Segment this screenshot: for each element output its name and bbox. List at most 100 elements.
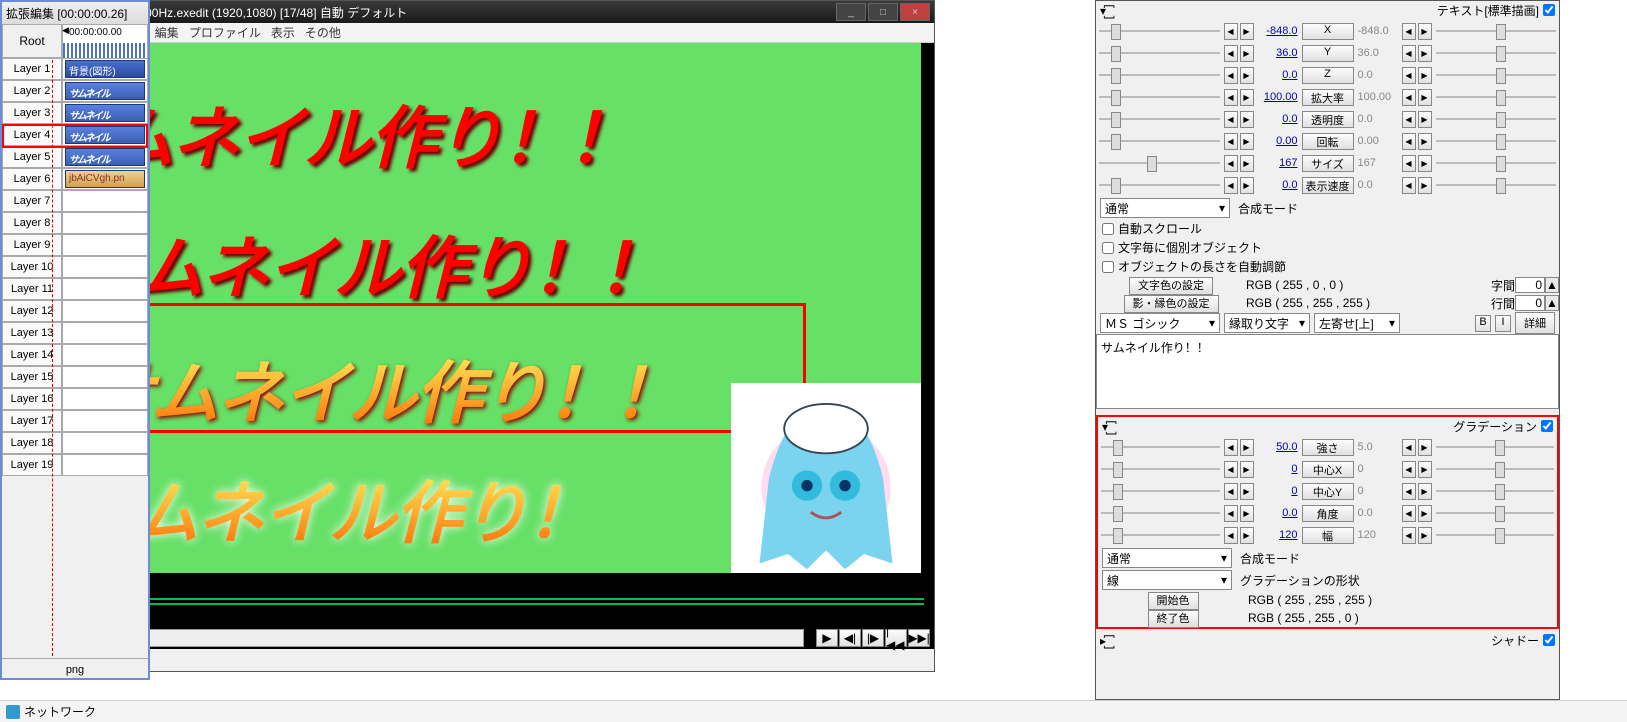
layer-track[interactable] [62, 454, 148, 476]
layer-track[interactable] [62, 432, 148, 454]
param-slider-right[interactable] [1436, 526, 1555, 544]
stepper-left-dec[interactable]: ◀ [1224, 505, 1238, 522]
gradation-enable-checkbox[interactable] [1541, 420, 1553, 432]
param-value-left[interactable]: 120 [1256, 529, 1300, 541]
param-slider-right[interactable] [1436, 504, 1555, 522]
stepper-right-dec[interactable]: ◀ [1402, 155, 1416, 172]
auto-scroll-checkbox[interactable]: 自動スクロール [1096, 219, 1559, 238]
stepper-right-dec[interactable]: ◀ [1402, 505, 1416, 522]
layer-label[interactable]: Layer 3 [2, 102, 62, 124]
stepper-right-inc[interactable]: ▶ [1418, 505, 1432, 522]
stepper-right-inc[interactable]: ▶ [1418, 89, 1432, 106]
layer-track[interactable]: サムネイル [62, 80, 148, 102]
font-dropdown[interactable]: ＭＳ ゴシック▾ [1100, 313, 1220, 333]
start-color-button[interactable]: 開始色 [1148, 592, 1199, 610]
stepper-left-inc[interactable]: ▶ [1240, 45, 1254, 62]
param-slider-right[interactable] [1436, 154, 1557, 172]
layer-label[interactable]: Layer 12 [2, 300, 62, 322]
layer-track[interactable]: jbAiCVgh.pn [62, 168, 148, 190]
stepper-left-inc[interactable]: ▶ [1240, 505, 1254, 522]
grad-blend-dropdown[interactable]: 通常▾ [1102, 548, 1232, 568]
param-slider-left[interactable] [1099, 176, 1220, 194]
param-value-left[interactable]: 100.00 [1256, 91, 1300, 103]
menu-edit[interactable]: 編集 [155, 24, 179, 41]
param-value-left[interactable]: 0.00 [1256, 135, 1300, 147]
stepper-left-dec[interactable]: ◀ [1224, 527, 1238, 544]
param-slider-right[interactable] [1436, 438, 1555, 456]
stepper-left-inc[interactable]: ▶ [1240, 527, 1254, 544]
param-value-right[interactable]: 0.00 [1356, 135, 1400, 147]
param-slider-right[interactable] [1436, 132, 1557, 150]
auto-length-checkbox[interactable]: オブジェクトの長さを自動調節 [1096, 257, 1559, 276]
stepper-right-dec[interactable]: ◀ [1402, 111, 1416, 128]
layer-track[interactable] [62, 234, 148, 256]
stepper-left-dec[interactable]: ◀ [1224, 67, 1238, 84]
layer-track[interactable] [62, 366, 148, 388]
timeline-ruler[interactable] [63, 43, 147, 59]
layer-label[interactable]: Layer 16 [2, 388, 62, 410]
param-value-left[interactable]: 0.0 [1256, 179, 1300, 191]
param-label-button[interactable]: 拡大率 [1302, 89, 1354, 106]
minimize-button[interactable]: _ [836, 3, 866, 21]
timeline-object[interactable]: サムネイル [65, 148, 145, 166]
stepper-right-inc[interactable]: ▶ [1418, 439, 1432, 456]
layer-label[interactable]: Layer 17 [2, 410, 62, 432]
gradation-collapse-icon[interactable]: ▾ ꙱ [1102, 418, 1111, 435]
param-value-right[interactable]: 0.0 [1356, 507, 1400, 519]
stepper-right-inc[interactable]: ▶ [1418, 133, 1432, 150]
stepper-left-dec[interactable]: ◀ [1224, 483, 1238, 500]
timeline-titlebar[interactable]: 拡張編集 [00:00:00.26] [2, 2, 148, 24]
param-label-button[interactable]: 表示速度 [1302, 177, 1354, 194]
param-slider-right[interactable] [1436, 88, 1557, 106]
stepper-left-dec[interactable]: ◀ [1224, 133, 1238, 150]
root-track[interactable]: 00:00:00.00 ◀ [62, 24, 148, 58]
stepper-left-inc[interactable]: ▶ [1240, 439, 1254, 456]
layer-label[interactable]: Layer 19 [2, 454, 62, 476]
timeline-object[interactable]: 背景(図形) [65, 60, 145, 78]
param-label-button[interactable]: サイズ [1302, 155, 1354, 172]
param-slider-right[interactable] [1436, 460, 1555, 478]
text-input[interactable]: サムネイル作り！！ [1096, 334, 1559, 409]
stepper-right-inc[interactable]: ▶ [1418, 23, 1432, 40]
layer-track[interactable] [62, 388, 148, 410]
param-slider-left[interactable] [1099, 110, 1220, 128]
param-slider-left[interactable] [1099, 22, 1220, 40]
shadow-color-button[interactable]: 影・縁色の設定 [1124, 295, 1219, 313]
stepper-right-inc[interactable]: ▶ [1418, 177, 1432, 194]
param-value-right[interactable]: 167 [1356, 157, 1400, 169]
layer-label[interactable]: Layer 7 [2, 190, 62, 212]
stepper-right-inc[interactable]: ▶ [1418, 527, 1432, 544]
layer-label[interactable]: Layer 15 [2, 366, 62, 388]
param-value-right[interactable]: 0 [1356, 485, 1400, 497]
param-label-button[interactable]: 強さ [1302, 439, 1354, 456]
collapse-icon[interactable]: ▾ ꙱ [1100, 2, 1109, 19]
menu-view[interactable]: 表示 [271, 24, 295, 41]
char-spacing-input[interactable]: 0 [1515, 277, 1545, 293]
param-slider-right[interactable] [1436, 110, 1557, 128]
layer-label[interactable]: Layer 5 [2, 146, 62, 168]
param-value-left[interactable]: 0.0 [1256, 113, 1300, 125]
param-value-left[interactable]: 0 [1256, 463, 1300, 475]
menu-other[interactable]: その他 [305, 24, 341, 41]
stepper-right-inc[interactable]: ▶ [1418, 461, 1432, 478]
stepper-right-inc[interactable]: ▶ [1418, 45, 1432, 62]
play-button[interactable]: ▶ [816, 629, 838, 647]
param-value-left[interactable]: 0.0 [1256, 507, 1300, 519]
timeline-object[interactable]: サムネイル [65, 104, 145, 122]
stepper-left-inc[interactable]: ▶ [1240, 89, 1254, 106]
param-slider-right[interactable] [1436, 22, 1557, 40]
shadow-enable-checkbox[interactable] [1543, 634, 1555, 646]
layer-track[interactable] [62, 212, 148, 234]
param-slider-left[interactable] [1101, 438, 1220, 456]
param-value-left[interactable]: 167 [1256, 157, 1300, 169]
param-value-right[interactable]: 0.0 [1356, 113, 1400, 125]
param-slider-right[interactable] [1436, 44, 1557, 62]
shadow-collapse-icon[interactable]: ▸ ꙱ [1100, 632, 1109, 649]
skip-end-button[interactable]: ▶▶| [908, 629, 930, 647]
stepper-left-dec[interactable]: ◀ [1224, 23, 1238, 40]
layer-label[interactable]: Layer 14 [2, 344, 62, 366]
menu-profile[interactable]: プロファイル [189, 24, 261, 41]
stepper-left-inc[interactable]: ▶ [1240, 177, 1254, 194]
stepper-left-dec[interactable]: ◀ [1224, 177, 1238, 194]
layer-label[interactable]: Layer 2 [2, 80, 62, 102]
